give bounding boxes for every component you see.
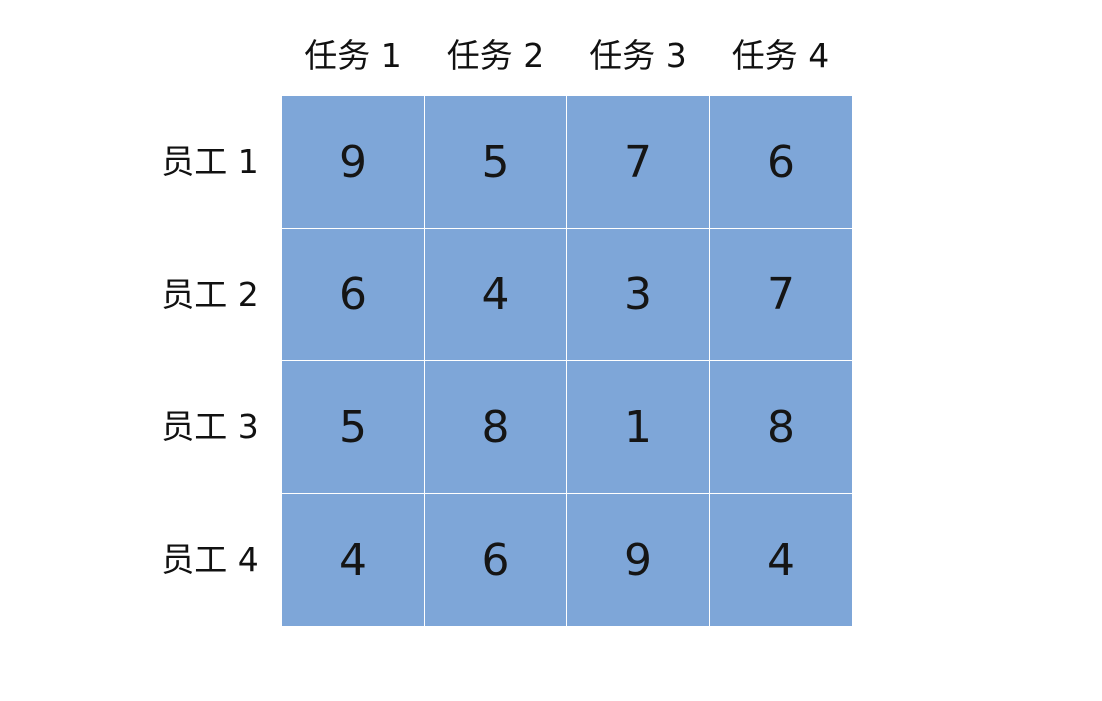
matrix-cell: 7 [710,229,852,360]
matrix-cell: 4 [425,229,566,360]
matrix-cell: 8 [425,361,566,493]
matrix-cell: 1 [567,361,709,493]
matrix-cell: 3 [567,229,709,360]
matrix-cell: 9 [282,96,424,228]
column-header-task-2: 任务 2 [446,36,545,75]
matrix-cell: 7 [567,96,709,228]
column-header-task-1: 任务 1 [304,36,402,75]
row-header-employee-2: 员工 2 [161,274,259,314]
column-header-task-4: 任务 4 [731,36,830,75]
matrix-cell: 5 [282,361,424,493]
matrix-cell: 9 [567,494,709,626]
row-header-employee-4: 员工 4 [161,539,259,579]
matrix-cell: 5 [425,96,566,228]
matrix-cell: 8 [710,361,852,493]
row-header-employee-3: 员工 3 [161,407,259,446]
column-header-task-3: 任务 3 [589,36,687,75]
matrix-grid: 9576643758184694 [282,96,852,626]
matrix-cell: 6 [282,229,424,360]
matrix-cell: 4 [710,494,852,626]
matrix-cell: 6 [425,494,566,626]
matrix-cell: 4 [282,494,424,626]
matrix-cell: 6 [710,96,852,228]
row-header-employee-1: 员工 1 [161,142,259,181]
